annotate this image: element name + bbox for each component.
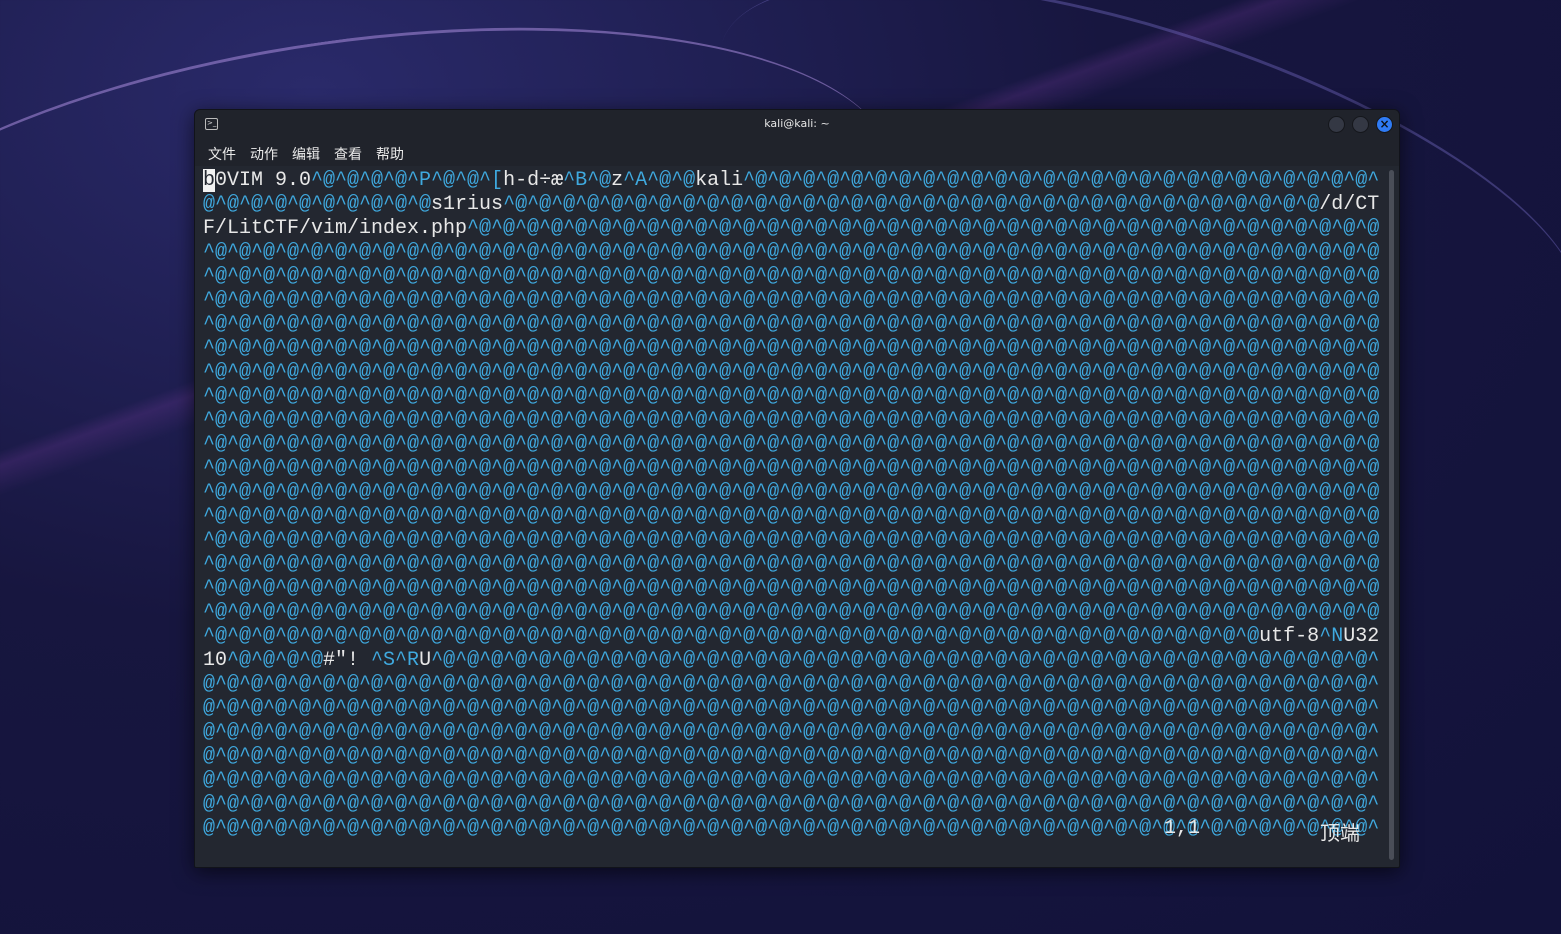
terminal-window: >_ kali@kali: ~ × 文件 动作 编辑 查看 帮助 b0VIM 9.0^@… xyxy=(194,109,1400,868)
control-chars: @^@^@^@^@^@^@^@^@^@^@^@^@^@^@^@^@^@^@^@^… xyxy=(203,673,1380,696)
control-chars: ^@^@^@^@^@^@^@^@^@^@^@^@^@^@^@^@^@^@^@^@… xyxy=(203,553,1380,576)
text-chars: 0VIM 9.0 xyxy=(215,169,312,192)
text-chars: z xyxy=(611,169,624,192)
control-chars: ^@^@^@^@^@^@^@^@^@^@^@^@^@^@^@^@^@^@^@^@… xyxy=(203,577,1380,600)
terminal-line: b0VIM 9.0^@^@^@^@^P^@^@^[h-d÷æ^B^@z^A^@^… xyxy=(203,169,1379,193)
terminal-line: @^@^@^@^@^@^@^@^@^@^@^@^@^@^@^@^@^@^@^@^… xyxy=(203,769,1379,793)
control-chars: ^@^@^@^@^@^@^@^@^@^@^@^@^@^@^@^@^@^@^@^@… xyxy=(503,193,1320,216)
control-chars: ^@^@^@^@^@^@^@^@^@^@^@^@^@^@^@^@^@^@^@^@… xyxy=(467,217,1380,240)
text-chars: #"! xyxy=(323,649,372,672)
title-bar[interactable]: >_ kali@kali: ~ × xyxy=(195,110,1399,140)
control-chars: ^@^@^@^@^@^@^@^@^@^@^@^@^@^@^@^@^@^@^@^@… xyxy=(203,481,1380,504)
control-chars: @^@^@^@^@^@^@^@^@^@^@^@^@^@^@^@^@^@^@^@^… xyxy=(203,697,1380,720)
terminal-line: ^@^@^@^@^@^@^@^@^@^@^@^@^@^@^@^@^@^@^@^@… xyxy=(203,433,1379,457)
terminal-line: @^@^@^@^@^@^@^@^@^@s1rius^@^@^@^@^@^@^@^… xyxy=(203,193,1379,217)
terminal-line: 10^@^@^@^@#"! ^S^RU^@^@^@^@^@^@^@^@^@^@^… xyxy=(203,649,1379,673)
terminal-line: @^@^@^@^@^@^@^@^@^@^@^@^@^@^@^@^@^@^@^@^… xyxy=(203,817,1379,841)
terminal-line: ^@^@^@^@^@^@^@^@^@^@^@^@^@^@^@^@^@^@^@^@… xyxy=(203,481,1379,505)
minimize-button[interactable] xyxy=(1328,116,1345,133)
control-chars: ^@^@^@^@^@^@^@^@^@^@^@^@^@^@^@^@^@^@^@^@… xyxy=(203,313,1380,336)
control-chars: ^@^@^@^@^@^@^@^@^@^@^@^@^@^@^@^@^@^@^@^@… xyxy=(203,385,1380,408)
terminal-line: ^@^@^@^@^@^@^@^@^@^@^@^@^@^@^@^@^@^@^@^@… xyxy=(203,361,1379,385)
terminal-line: @^@^@^@^@^@^@^@^@^@^@^@^@^@^@^@^@^@^@^@^… xyxy=(203,793,1379,817)
terminal-line: @^@^@^@^@^@^@^@^@^@^@^@^@^@^@^@^@^@^@^@^… xyxy=(203,697,1379,721)
terminal-line: ^@^@^@^@^@^@^@^@^@^@^@^@^@^@^@^@^@^@^@^@… xyxy=(203,457,1379,481)
control-chars: ^S^R xyxy=(371,649,420,672)
scroll-position: 顶端 xyxy=(1320,824,1360,847)
terminal-output[interactable]: b0VIM 9.0^@^@^@^@^P^@^@^[h-d÷æ^B^@z^A^@^… xyxy=(203,169,1379,841)
terminal-line: ^@^@^@^@^@^@^@^@^@^@^@^@^@^@^@^@^@^@^@^@… xyxy=(203,409,1379,433)
text-chars: U xyxy=(419,649,432,672)
terminal-line: ^@^@^@^@^@^@^@^@^@^@^@^@^@^@^@^@^@^@^@^@… xyxy=(203,601,1379,625)
terminal-line: ^@^@^@^@^@^@^@^@^@^@^@^@^@^@^@^@^@^@^@^@… xyxy=(203,385,1379,409)
control-chars: @^@^@^@^@^@^@^@^@^@^@^@^@^@^@^@^@^@^@^@^… xyxy=(203,745,1380,768)
control-chars: ^@^@^@^@^@^@^@^@^@^@^@^@^@^@^@^@^@^@^@^@… xyxy=(203,529,1380,552)
control-chars: ^@^@^@^@^@^@^@^@^@^@^@^@^@^@^@^@^@^@^@^@… xyxy=(203,265,1380,288)
text-chars: 10 xyxy=(203,649,228,672)
control-chars: ^@^@^@^@^@^@^@^@^@^@^@^@^@^@^@^@^@^@^@^@… xyxy=(431,649,1380,672)
terminal-line: ^@^@^@^@^@^@^@^@^@^@^@^@^@^@^@^@^@^@^@^@… xyxy=(203,529,1379,553)
cursor-position: 1,1 xyxy=(1164,817,1201,840)
terminal-line: ^@^@^@^@^@^@^@^@^@^@^@^@^@^@^@^@^@^@^@^@… xyxy=(203,553,1379,577)
terminal-line: F/LitCTF/vim/index.php^@^@^@^@^@^@^@^@^@… xyxy=(203,217,1379,241)
control-chars: ^@^@^@^@^@^@^@^@^@^@^@^@^@^@^@^@^@^@^@^@… xyxy=(743,169,1380,192)
control-chars: @^@^@^@^@^@^@^@^@^@^@^@^@^@^@^@^@^@^@^@^… xyxy=(203,721,1380,744)
scrollbar[interactable] xyxy=(1389,170,1394,860)
text-chars: /d/CT xyxy=(1319,193,1380,216)
control-chars: ^@^@^@^@^@^@^@^@^@^@^@^@^@^@^@^@^@^@^@^@… xyxy=(203,433,1380,456)
menu-view[interactable]: 查看 xyxy=(334,144,362,164)
close-icon: × xyxy=(1379,117,1390,131)
control-chars: @^@^@^@^@^@^@^@^@^@^@^@^@^@^@^@^@^@^@^@^… xyxy=(203,817,1380,840)
control-chars: @^@^@^@^@^@^@^@^@^@ xyxy=(203,193,432,216)
terminal-line: ^@^@^@^@^@^@^@^@^@^@^@^@^@^@^@^@^@^@^@^@… xyxy=(203,313,1379,337)
cursor: b xyxy=(203,169,216,192)
control-chars: ^@^@^@^@^@^@^@^@^@^@^@^@^@^@^@^@^@^@^@^@… xyxy=(203,409,1380,432)
terminal-line: ^@^@^@^@^@^@^@^@^@^@^@^@^@^@^@^@^@^@^@^@… xyxy=(203,577,1379,601)
control-chars: @^@^@^@^@^@^@^@^@^@^@^@^@^@^@^@^@^@^@^@^… xyxy=(203,769,1380,792)
control-chars: ^N xyxy=(1319,625,1344,648)
text-chars: U32 xyxy=(1343,625,1380,648)
control-chars: ^@^@^@^@^@^@^@^@^@^@^@^@^@^@^@^@^@^@^@^@… xyxy=(203,457,1380,480)
control-chars: ^@^@^@^@^@^@^@^@^@^@^@^@^@^@^@^@^@^@^@^@… xyxy=(203,337,1380,360)
terminal-line: @^@^@^@^@^@^@^@^@^@^@^@^@^@^@^@^@^@^@^@^… xyxy=(203,721,1379,745)
text-chars: s1rius xyxy=(431,193,504,216)
menu-edit[interactable]: 编辑 xyxy=(292,144,320,164)
text-chars: kali xyxy=(695,169,744,192)
text-chars: utf-8 xyxy=(1259,625,1320,648)
maximize-button[interactable] xyxy=(1352,116,1369,133)
text-chars: F/LitCTF/vim/index.php xyxy=(203,217,468,240)
control-chars: ^@^@^@^@^@^@^@^@^@^@^@^@^@^@^@^@^@^@^@^@… xyxy=(203,625,1260,648)
control-chars: ^@^@^@^@^@^@^@^@^@^@^@^@^@^@^@^@^@^@^@^@… xyxy=(203,601,1380,624)
menu-help[interactable]: 帮助 xyxy=(376,144,404,164)
control-chars: ^@^@^@^@^@^@^@^@^@^@^@^@^@^@^@^@^@^@^@^@… xyxy=(203,505,1380,528)
control-chars: @^@^@^@^@^@^@^@^@^@^@^@^@^@^@^@^@^@^@^@^… xyxy=(203,793,1380,816)
control-chars: ^A^@^@ xyxy=(623,169,696,192)
text-chars: h-d÷æ xyxy=(503,169,564,192)
terminal-line: @^@^@^@^@^@^@^@^@^@^@^@^@^@^@^@^@^@^@^@^… xyxy=(203,673,1379,697)
terminal-line: ^@^@^@^@^@^@^@^@^@^@^@^@^@^@^@^@^@^@^@^@… xyxy=(203,289,1379,313)
menu-action[interactable]: 动作 xyxy=(250,144,278,164)
terminal-line: ^@^@^@^@^@^@^@^@^@^@^@^@^@^@^@^@^@^@^@^@… xyxy=(203,337,1379,361)
terminal-line: ^@^@^@^@^@^@^@^@^@^@^@^@^@^@^@^@^@^@^@^@… xyxy=(203,625,1379,649)
window-title: kali@kali: ~ xyxy=(764,117,830,130)
control-chars: ^@^@^@^@ xyxy=(227,649,324,672)
terminal-line: ^@^@^@^@^@^@^@^@^@^@^@^@^@^@^@^@^@^@^@^@… xyxy=(203,505,1379,529)
menu-bar: 文件 动作 编辑 查看 帮助 xyxy=(195,140,1399,166)
terminal-line: ^@^@^@^@^@^@^@^@^@^@^@^@^@^@^@^@^@^@^@^@… xyxy=(203,241,1379,265)
terminal-line: ^@^@^@^@^@^@^@^@^@^@^@^@^@^@^@^@^@^@^@^@… xyxy=(203,265,1379,289)
control-chars: ^B^@ xyxy=(563,169,612,192)
control-chars: ^@^@^@^@^@^@^@^@^@^@^@^@^@^@^@^@^@^@^@^@… xyxy=(203,289,1380,312)
control-chars: ^@^@^@^@^P^@^@^[ xyxy=(311,169,504,192)
menu-file[interactable]: 文件 xyxy=(208,144,236,164)
control-chars: ^@^@^@^@^@^@^@^@^@^@^@^@^@^@^@^@^@^@^@^@… xyxy=(203,241,1380,264)
close-button[interactable]: × xyxy=(1376,116,1393,133)
terminal-line: @^@^@^@^@^@^@^@^@^@^@^@^@^@^@^@^@^@^@^@^… xyxy=(203,745,1379,769)
control-chars: ^@^@^@^@^@^@^@^@^@^@^@^@^@^@^@^@^@^@^@^@… xyxy=(203,361,1380,384)
